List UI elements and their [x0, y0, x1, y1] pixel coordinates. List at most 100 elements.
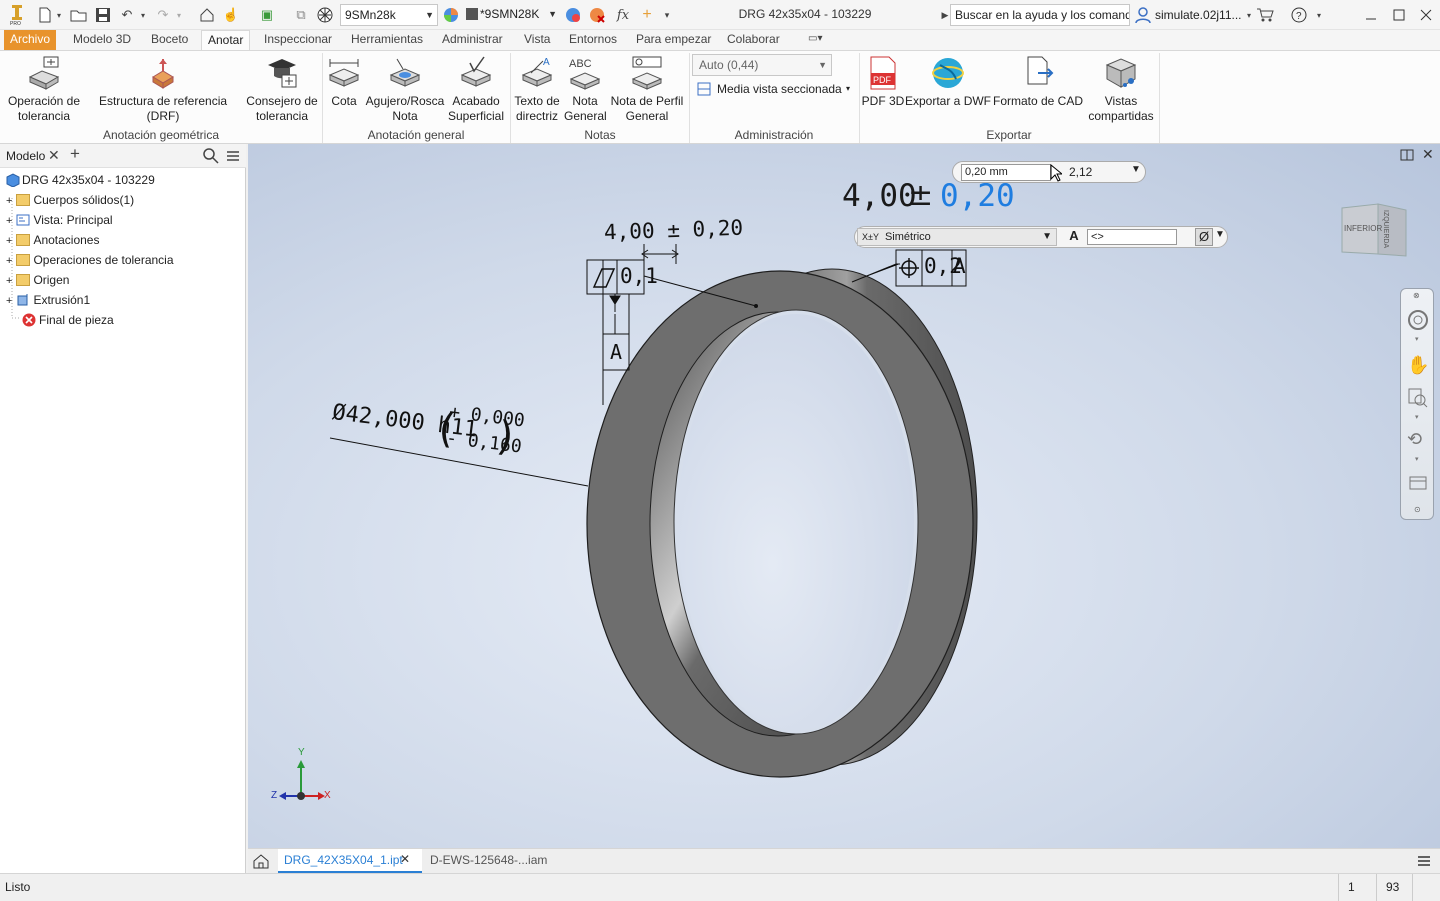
user-name[interactable]: simulate.02j11...	[1155, 8, 1242, 22]
add-icon[interactable]: +	[638, 6, 656, 24]
help-icon[interactable]: ?	[1290, 6, 1308, 24]
edit-dim-tolerance[interactable]: 0,20	[940, 178, 1015, 214]
split-view-icon[interactable]	[1400, 148, 1414, 162]
tree-root[interactable]: DRG 42x35x04 - 103229	[6, 170, 155, 190]
leader-text-button[interactable]: A Texto de directriz	[512, 55, 562, 124]
tree-item-tolerance-ops[interactable]: + Operaciones de tolerancia	[6, 250, 174, 270]
tab-herramientas[interactable]: Herramientas	[345, 30, 429, 50]
customize-navbar-icon[interactable]: ⊙	[1414, 505, 1421, 514]
shared-views-button[interactable]: Vistas compartidas	[1085, 55, 1157, 124]
browser-tab-modelo[interactable]: Modelo	[6, 149, 45, 163]
close-window-icon[interactable]	[1417, 6, 1435, 24]
select-filter-icon[interactable]: ☝	[222, 6, 240, 24]
chevron-down-icon[interactable]: ▼	[1131, 164, 1141, 175]
tab-entornos[interactable]: Entornos	[563, 30, 623, 50]
cart-icon[interactable]	[1256, 6, 1274, 24]
tab-para-empezar[interactable]: Para empezar	[630, 30, 717, 50]
customize-dropdown-icon[interactable]: ▾	[658, 6, 676, 24]
text-override-input[interactable]: <>	[1087, 229, 1177, 245]
tree-item-solid-bodies[interactable]: + Cuerpos sólidos(1)	[6, 190, 134, 210]
ilogic-icon[interactable]: ⧉	[292, 6, 310, 24]
new-dropdown-icon[interactable]: ▾	[54, 6, 64, 24]
position-datum[interactable]: A	[953, 254, 966, 278]
chevron-down-icon[interactable]: ▾	[1415, 413, 1419, 421]
close-navbar-icon[interactable]: ⊗	[1413, 291, 1420, 300]
tab-menu-icon[interactable]	[1416, 853, 1432, 872]
viewcube[interactable]: INFERIOR IZQUIERDA	[1340, 202, 1408, 258]
doc-tab-assembly[interactable]: D-EWS-125648-...iam	[430, 853, 547, 867]
appearance-sphere-icon[interactable]	[442, 6, 460, 24]
chevron-down-icon[interactable]: ▼	[1215, 229, 1225, 240]
home-icon[interactable]	[198, 6, 216, 24]
scale-combo[interactable]: Auto (0,44) ▼	[692, 54, 832, 76]
precision-combo[interactable]: 2,12	[1069, 165, 1092, 179]
chevron-down-icon[interactable]: ▾	[1415, 335, 1419, 343]
tolerance-feature-button[interactable]: Operación de tolerancia	[4, 55, 84, 124]
update-icon[interactable]: ▣	[258, 6, 276, 24]
help-search-input[interactable]: Buscar en la ayuda y los comandos	[950, 4, 1130, 26]
chevron-down-icon[interactable]: ▾	[1415, 455, 1419, 463]
tab-administrar[interactable]: Administrar	[436, 30, 509, 50]
drf-button[interactable]: Estructura de referencia (DRF)	[84, 55, 242, 124]
redo-dropdown-icon[interactable]: ▾	[174, 6, 184, 24]
appearance-combo[interactable]: *9SMN28K ▼	[462, 4, 560, 26]
graphics-viewport[interactable]: 4,00 ± 0,20 0,1 A 0,2 A Ø42,000 h11 ( + …	[248, 144, 1440, 848]
look-at-icon[interactable]	[1407, 471, 1429, 496]
dimension-button[interactable]: Cota	[324, 55, 364, 109]
add-tab-icon[interactable]: +	[70, 144, 80, 164]
undo-icon[interactable]: ↶	[118, 6, 136, 24]
minimize-icon[interactable]	[1362, 6, 1380, 24]
cad-format-button[interactable]: Formato de CAD	[991, 55, 1085, 109]
tolerance-advisor-button[interactable]: Consejero de tolerancia	[244, 55, 320, 124]
diameter-symbol-icon[interactable]: Ø	[1195, 228, 1213, 246]
tab-colaborar[interactable]: Colaborar	[721, 30, 786, 50]
menu-icon[interactable]	[225, 148, 241, 167]
text-style-icon[interactable]: A	[1065, 228, 1083, 246]
close-viewport-icon[interactable]: ✕	[1422, 146, 1434, 163]
doc-tab-active[interactable]: DRG_42X35X04_1.ipt ✕	[278, 849, 422, 873]
surface-finish-button[interactable]: Acabado Superficial	[446, 55, 506, 124]
material-combo[interactable]: 9SMn28k ▼	[340, 4, 438, 26]
export-dwf-button[interactable]: Exportar a DWF	[905, 55, 991, 109]
pdf-3d-button[interactable]: PDF PDF 3D	[861, 55, 905, 109]
orbit-icon[interactable]: ⟲	[1407, 429, 1422, 450]
home-tab-icon[interactable]	[252, 852, 270, 870]
tab-modelo-3d[interactable]: Modelo 3D	[67, 30, 137, 50]
tab-inspeccionar[interactable]: Inspeccionar	[258, 30, 338, 50]
general-profile-note-button[interactable]: Nota de Perfil General	[608, 55, 686, 124]
undo-dropdown-icon[interactable]: ▾	[138, 6, 148, 24]
tree-item-end-of-part[interactable]: Final de pieza	[22, 310, 114, 330]
tab-boceto[interactable]: Boceto	[145, 30, 194, 50]
tolerance-value-input[interactable]: 0,20 mm	[961, 164, 1051, 181]
tab-archivo[interactable]: Archivo	[4, 30, 57, 50]
pan-hand-icon[interactable]: ✋	[1407, 355, 1429, 376]
steering-wheel-icon[interactable]	[1407, 309, 1429, 334]
half-section-view-button[interactable]: Media vista seccionada	[717, 82, 842, 96]
parameters-fx-icon[interactable]: fx	[614, 6, 632, 24]
flatness-value[interactable]: 0,1	[620, 264, 658, 288]
material-sphere-icon[interactable]	[316, 6, 334, 24]
close-tab-icon[interactable]: ✕	[400, 852, 410, 866]
user-icon[interactable]	[1134, 6, 1152, 24]
search-icon[interactable]	[203, 148, 219, 167]
ribbon-options-icon[interactable]: ▭▾	[808, 33, 836, 47]
zoom-icon[interactable]	[1407, 387, 1429, 412]
hole-thread-note-button[interactable]: Agujero/Rosca Nota	[364, 55, 446, 124]
open-folder-icon[interactable]	[70, 6, 88, 24]
inventor-logo-icon[interactable]: PRO	[8, 4, 26, 26]
redo-icon[interactable]: ↷	[154, 6, 172, 24]
clear-appearance-icon[interactable]	[588, 6, 606, 24]
general-note-button[interactable]: ABC Nota General	[564, 55, 607, 124]
close-tab-icon[interactable]: ✕	[48, 147, 60, 164]
adjust-appearance-icon[interactable]	[564, 6, 582, 24]
maximize-icon[interactable]	[1390, 6, 1408, 24]
section-dropdown-icon[interactable]: ▾	[846, 84, 850, 93]
tolerance-type-combo[interactable]: X±Y Simétrico ▼	[857, 228, 1057, 246]
tab-anotar[interactable]: Anotar	[201, 30, 251, 50]
datum-label[interactable]: A	[610, 340, 622, 364]
tab-vista[interactable]: Vista	[518, 30, 556, 50]
dim-small-text[interactable]: 4,00 ± 0,20	[604, 216, 744, 245]
help-dropdown-icon[interactable]: ▾	[1310, 6, 1328, 24]
new-file-icon[interactable]	[36, 6, 54, 24]
save-icon[interactable]	[94, 6, 112, 24]
